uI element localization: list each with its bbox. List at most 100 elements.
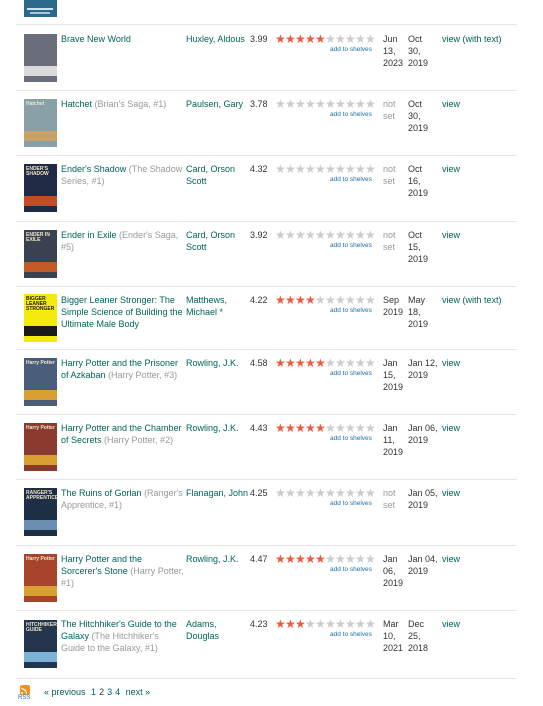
author-link[interactable]: Adams, Douglas [186, 619, 219, 641]
add-to-shelves-link[interactable]: add to shelves [330, 305, 372, 317]
star-icon[interactable]: ★ [305, 422, 316, 434]
book-cover[interactable]: Harry Potter [24, 422, 57, 471]
view-review-link[interactable]: view [442, 423, 460, 433]
view-review-link[interactable]: view [442, 358, 460, 368]
star-icon[interactable]: ★ [285, 294, 296, 306]
prev-book-cover[interactable] [24, 0, 57, 17]
star-icon[interactable]: ★ [315, 229, 326, 241]
book-title-link[interactable]: Bigger Leaner Stronger: The Simple Scien… [61, 295, 183, 329]
book-cover[interactable]: Harry Potter [24, 553, 57, 602]
add-to-shelves-link[interactable]: add to shelves [330, 433, 372, 445]
book-cover[interactable]: RANGER'S APPRENTICE [24, 488, 57, 536]
star-icon[interactable]: ★ [315, 618, 326, 630]
view-review-link[interactable]: view [442, 99, 460, 109]
star-icon[interactable]: ★ [285, 357, 296, 369]
star-icon[interactable]: ★ [285, 618, 296, 630]
star-icon[interactable]: ★ [315, 487, 326, 499]
book-cover[interactable] [24, 33, 57, 82]
view-review-link[interactable]: view [442, 619, 460, 629]
add-to-shelves-link[interactable]: add to shelves [330, 368, 372, 380]
star-icon[interactable]: ★ [305, 33, 316, 45]
book-title-link[interactable]: Hatchet [61, 99, 92, 109]
book-cover[interactable]: HITCHHIKER'S GUIDE [24, 620, 57, 668]
author-link[interactable]: Rowling, J.K. [186, 423, 239, 433]
book-cover[interactable]: Hatchet [24, 98, 57, 147]
star-icon[interactable]: ★ [295, 229, 306, 241]
add-to-shelves-link[interactable]: add to shelves [330, 629, 372, 641]
next-page-link[interactable]: next » [126, 687, 151, 697]
star-icon[interactable]: ★ [305, 229, 316, 241]
star-icon[interactable]: ★ [275, 422, 286, 434]
book-title-link[interactable]: Brave New World [61, 34, 131, 44]
view-review-link[interactable]: view [442, 164, 460, 174]
star-icon[interactable]: ★ [275, 294, 286, 306]
add-to-shelves-link[interactable]: add to shelves [330, 109, 372, 121]
star-icon[interactable]: ★ [285, 422, 296, 434]
star-icon[interactable]: ★ [275, 98, 286, 110]
view-review-link[interactable]: view (with text) [442, 34, 502, 44]
author-link[interactable]: Rowling, J.K. [186, 554, 239, 564]
star-icon[interactable]: ★ [275, 163, 286, 175]
author-link[interactable]: Matthews, Michael * [186, 295, 227, 317]
star-icon[interactable]: ★ [305, 487, 316, 499]
star-icon[interactable]: ★ [275, 553, 286, 565]
star-icon[interactable]: ★ [295, 33, 306, 45]
star-icon[interactable]: ★ [295, 487, 306, 499]
star-icon[interactable]: ★ [285, 163, 296, 175]
star-icon[interactable]: ★ [315, 294, 326, 306]
view-review-link[interactable]: view [442, 554, 460, 564]
star-icon[interactable]: ★ [295, 553, 306, 565]
add-to-shelves-link[interactable]: add to shelves [330, 564, 372, 576]
previous-page-link[interactable]: « previous [44, 687, 86, 697]
star-icon[interactable]: ★ [305, 357, 316, 369]
star-icon[interactable]: ★ [305, 553, 316, 565]
add-to-shelves-link[interactable]: add to shelves [330, 44, 372, 56]
page-link-1[interactable]: 1 [91, 687, 96, 697]
star-icon[interactable]: ★ [305, 163, 316, 175]
author-link[interactable]: Rowling, J.K. [186, 358, 239, 368]
book-title-link[interactable]: Ender in Exile [61, 230, 117, 240]
star-icon[interactable]: ★ [295, 163, 306, 175]
star-icon[interactable]: ★ [275, 357, 286, 369]
book-cover[interactable]: BIGGER LEANER STRONGER [24, 293, 57, 342]
star-icon[interactable]: ★ [275, 487, 286, 499]
star-icon[interactable]: ★ [315, 163, 326, 175]
star-icon[interactable]: ★ [285, 487, 296, 499]
star-icon[interactable]: ★ [275, 618, 286, 630]
book-title-link[interactable]: The Ruins of Gorlan [61, 488, 142, 498]
view-review-link[interactable]: view [442, 230, 460, 240]
star-icon[interactable]: ★ [275, 229, 286, 241]
star-icon[interactable]: ★ [315, 33, 326, 45]
author-link[interactable]: Paulsen, Gary [186, 99, 243, 109]
page-link-4[interactable]: 4 [115, 687, 120, 697]
star-icon[interactable]: ★ [285, 553, 296, 565]
book-cover[interactable]: Harry Potter [24, 357, 57, 406]
star-icon[interactable]: ★ [315, 357, 326, 369]
rss-label[interactable]: RSS [18, 695, 30, 701]
view-review-link[interactable]: view (with text) [442, 295, 502, 305]
book-cover[interactable]: ENDER IN EXILE [24, 229, 57, 278]
book-title-link[interactable]: Ender's Shadow [61, 164, 126, 174]
star-icon[interactable]: ★ [315, 422, 326, 434]
star-icon[interactable]: ★ [295, 98, 306, 110]
add-to-shelves-link[interactable]: add to shelves [330, 498, 372, 510]
star-icon[interactable]: ★ [295, 357, 306, 369]
author-link[interactable]: Card, Orson Scott [186, 230, 235, 252]
star-icon[interactable]: ★ [315, 98, 326, 110]
author-link[interactable]: Card, Orson Scott [186, 164, 235, 186]
rss-icon[interactable] [20, 685, 30, 695]
star-icon[interactable]: ★ [285, 229, 296, 241]
star-icon[interactable]: ★ [295, 294, 306, 306]
author-link[interactable]: Flanagan, John [186, 488, 248, 498]
author-link[interactable]: Huxley, Aldous [186, 34, 245, 44]
star-icon[interactable]: ★ [295, 618, 306, 630]
star-icon[interactable]: ★ [285, 98, 296, 110]
book-cover[interactable]: ENDER'S SHADOW [24, 164, 57, 212]
star-icon[interactable]: ★ [285, 33, 296, 45]
page-link-3[interactable]: 3 [107, 687, 112, 697]
star-icon[interactable]: ★ [295, 422, 306, 434]
add-to-shelves-link[interactable]: add to shelves [330, 240, 372, 252]
star-icon[interactable]: ★ [305, 618, 316, 630]
star-icon[interactable]: ★ [275, 33, 286, 45]
star-icon[interactable]: ★ [305, 294, 316, 306]
